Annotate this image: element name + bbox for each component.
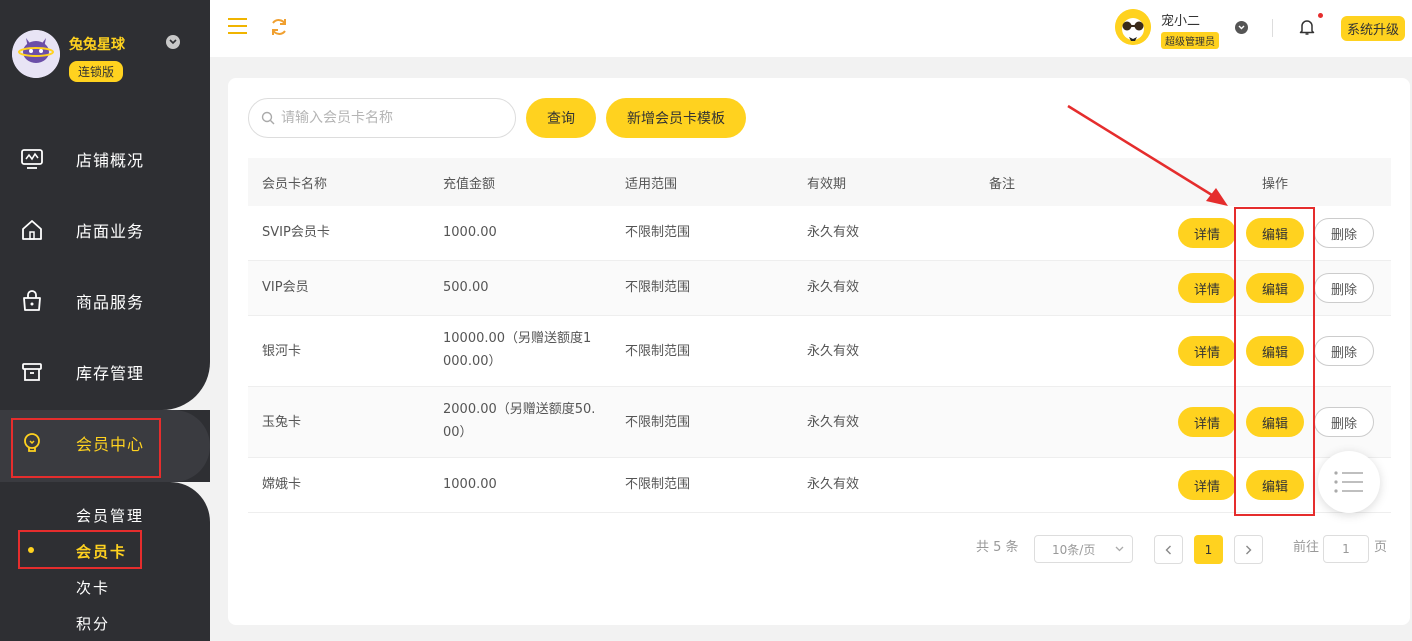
edition-badge: 连锁版 <box>69 61 124 82</box>
nav-label: 店铺概况 <box>76 151 145 170</box>
brand: 兔兔星球 连锁版 <box>12 30 125 82</box>
column-header: 会员卡名称 <box>262 177 328 192</box>
delete-button[interactable]: 删除 <box>1314 336 1374 366</box>
annotation-arrow-icon <box>1067 104 1228 206</box>
floating-menu-button[interactable] <box>1318 451 1380 513</box>
column-header: 适用范围 <box>625 177 678 192</box>
scope: 不限制范围 <box>625 344 691 359</box>
highlight-box-member-card <box>18 530 142 569</box>
brand-name: 兔兔星球 <box>69 37 125 53</box>
top-header: 宠小二 超级管理员 系统升级 <box>210 0 1412 57</box>
menu-icon[interactable] <box>228 18 247 34</box>
list-icon <box>1334 471 1363 493</box>
scope: 不限制范围 <box>625 225 691 240</box>
recharge-amount-line2: 00） <box>443 425 473 440</box>
column-header: 备注 <box>989 177 1016 192</box>
user-dropdown-icon[interactable] <box>1235 21 1248 34</box>
page-size-select[interactable]: 10条/页 <box>1034 535 1133 563</box>
detail-button[interactable]: 详情 <box>1178 407 1236 437</box>
page-size-value: 10条/页 <box>1052 542 1096 557</box>
refresh-icon[interactable] <box>270 17 288 37</box>
goto-page-input[interactable] <box>1323 535 1369 563</box>
subnav-points[interactable]: 积分 <box>76 613 110 634</box>
recharge-amount: 1000.00 <box>443 477 497 492</box>
user-role-badge: 超级管理员 <box>1161 32 1219 49</box>
prev-page-button[interactable] <box>1154 535 1183 564</box>
brand-dropdown-icon[interactable] <box>166 35 180 49</box>
delete-button[interactable]: 删除 <box>1314 218 1374 248</box>
validity: 永久有效 <box>807 225 860 240</box>
next-page-button[interactable] <box>1234 535 1263 564</box>
box-icon <box>22 363 42 381</box>
recharge-amount-line1: 10000.00（另赠送额度1 <box>443 331 592 346</box>
validity: 永久有效 <box>807 280 860 295</box>
query-button[interactable]: 查询 <box>526 98 596 138</box>
table-row: VIP会员 500.00 不限制范围 永久有效 详情 编辑 删除 <box>248 261 1391 316</box>
system-upgrade-button[interactable]: 系统升级 <box>1341 16 1406 41</box>
highlight-box-edit-column <box>1234 207 1315 516</box>
card-name: SVIP会员卡 <box>262 225 330 240</box>
goto-label: 前往 <box>1293 540 1320 555</box>
column-header: 操作 <box>1262 177 1289 192</box>
detail-button[interactable]: 详情 <box>1178 218 1236 248</box>
nav-label: 库存管理 <box>76 364 145 383</box>
bell-icon[interactable] <box>1299 18 1315 36</box>
table-row: 嫦娥卡 1000.00 不限制范围 永久有效 详情 编辑 <box>248 458 1391 513</box>
pagination-total: 共 5 条 <box>976 540 1019 555</box>
table-row: 玉兔卡 2000.00（另赠送额度50. 00） 不限制范围 永久有效 详情 编… <box>248 387 1391 458</box>
chevron-left-icon <box>1165 545 1171 554</box>
home-icon <box>22 220 42 240</box>
add-card-template-button[interactable]: 新增会员卡模板 <box>606 98 746 138</box>
nav-inventory[interactable]: 库存管理 <box>20 360 144 384</box>
nav-store-business[interactable]: 店面业务 <box>20 218 144 242</box>
rabbit-planet-icon <box>12 30 60 78</box>
subnav-count-card[interactable]: 次卡 <box>76 577 110 598</box>
scope: 不限制范围 <box>625 280 691 295</box>
delete-button[interactable]: 删除 <box>1314 407 1374 437</box>
recharge-amount-line1: 2000.00（另赠送额度50. <box>443 402 596 417</box>
page-suffix: 页 <box>1374 540 1388 555</box>
user-name: 宠小二 <box>1161 14 1201 29</box>
validity: 永久有效 <box>807 344 860 359</box>
card-name: 银河卡 <box>262 344 302 359</box>
header-divider <box>1272 19 1273 37</box>
nav-label: 商品服务 <box>76 293 145 312</box>
user-avatar-icon <box>1115 9 1151 45</box>
bag-icon <box>23 290 41 311</box>
validity: 永久有效 <box>807 477 860 492</box>
column-header: 有效期 <box>807 177 847 192</box>
nav-store-overview[interactable]: 店铺概况 <box>20 147 144 171</box>
column-header: 充值金额 <box>443 177 496 192</box>
validity: 永久有效 <box>807 415 860 430</box>
page-number-current[interactable]: 1 <box>1194 535 1223 564</box>
detail-button[interactable]: 详情 <box>1178 273 1236 303</box>
card-name: 玉兔卡 <box>262 415 302 430</box>
sidebar: 兔兔星球 连锁版 店铺概况 店面业务 商品服务 库存管理 会员中心 会员管理 会… <box>0 0 210 641</box>
detail-button[interactable]: 详情 <box>1178 336 1236 366</box>
monitor-icon <box>21 149 43 169</box>
avatar[interactable] <box>1115 9 1151 45</box>
table-row: 银河卡 10000.00（另赠送额度1 000.00） 不限制范围 永久有效 详… <box>248 316 1391 387</box>
highlight-box-member-center <box>11 418 161 478</box>
recharge-amount-line2: 000.00） <box>443 354 502 369</box>
search-input[interactable] <box>281 110 501 126</box>
scope: 不限制范围 <box>625 415 691 430</box>
recharge-amount: 1000.00 <box>443 225 497 240</box>
brand-logo <box>12 30 60 78</box>
search-icon <box>261 111 275 125</box>
delete-button[interactable]: 删除 <box>1314 273 1374 303</box>
notification-dot <box>1318 13 1323 18</box>
chevron-down-icon <box>1115 546 1124 552</box>
nav-label: 店面业务 <box>76 222 145 241</box>
subnav-member-management[interactable]: 会员管理 <box>76 505 144 526</box>
detail-button[interactable]: 详情 <box>1178 470 1236 500</box>
scope: 不限制范围 <box>625 477 691 492</box>
card-name: 嫦娥卡 <box>262 477 302 492</box>
recharge-amount: 500.00 <box>443 280 489 295</box>
search-box <box>248 98 516 138</box>
chevron-right-icon <box>1246 545 1252 554</box>
card-name: VIP会员 <box>262 280 309 295</box>
nav-product-service[interactable]: 商品服务 <box>20 289 144 313</box>
